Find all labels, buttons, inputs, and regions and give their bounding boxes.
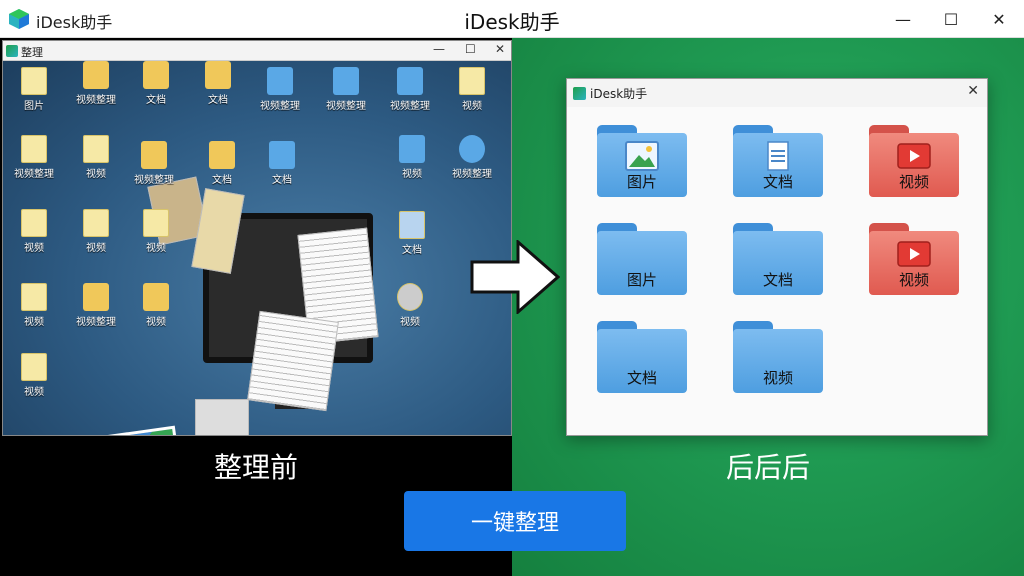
folder-pictures[interactable]: 图片: [597, 125, 687, 197]
desktop-icon[interactable]: 视频: [11, 353, 57, 398]
folder-documents[interactable]: 文档: [597, 321, 687, 393]
desktop-icon[interactable]: 视频: [11, 209, 57, 254]
box-illustration: [195, 399, 249, 435]
image-icon: [625, 141, 659, 171]
file-icon: [459, 67, 485, 95]
desktop-icon[interactable]: 视频: [73, 135, 119, 180]
folder-label: 视频: [762, 369, 793, 387]
folder-icon: [267, 67, 293, 95]
after-caption: 后后后: [725, 451, 810, 484]
folder-icon: [397, 67, 423, 95]
file-icon: [21, 283, 47, 311]
folder-label: 文档: [626, 369, 657, 387]
desktop-icon[interactable]: 视频: [387, 283, 433, 328]
folder-label: 文档: [762, 173, 793, 191]
after-window-title: iDesk助手: [590, 87, 648, 101]
folder-icon: [83, 283, 109, 311]
desktop-icon[interactable]: 图片: [11, 67, 57, 112]
folder-label: 视频: [898, 271, 929, 289]
folder-pictures[interactable]: 图片: [597, 223, 687, 295]
folder-label: 图片: [626, 271, 657, 289]
before-window-titlebar: 整理 — ☐ ✕: [3, 41, 511, 61]
desktop-icon[interactable]: 视频: [133, 209, 179, 254]
folder-documents[interactable]: 文档: [733, 125, 823, 197]
desktop-icon[interactable]: 视频整理: [257, 67, 303, 112]
folder-videos[interactable]: 视频: [869, 125, 959, 197]
globe-icon: [459, 135, 485, 163]
folder-icon: [143, 283, 169, 311]
minimize-button[interactable]: —: [880, 4, 926, 34]
desktop-icon[interactable]: 文档: [199, 141, 245, 186]
folder-icon: [205, 61, 231, 89]
chat-bubble-icon: [397, 283, 423, 311]
folder-icon: [83, 61, 109, 89]
folder-icon: [333, 67, 359, 95]
paper-stack-illustration: [247, 310, 339, 412]
file-icon: [21, 135, 47, 163]
pens-icon: [399, 211, 425, 239]
desktop-icon[interactable]: 视频整理: [11, 135, 57, 180]
after-close-button[interactable]: ✕: [967, 83, 979, 99]
desktop-icon[interactable]: 视频整理: [323, 67, 369, 112]
desktop-icon[interactable]: 视频: [73, 209, 119, 254]
folder-documents[interactable]: 文档: [733, 223, 823, 295]
folder-icon: [269, 141, 295, 169]
one-click-organize-button[interactable]: 一键整理: [404, 491, 626, 551]
folder-videos[interactable]: 视频: [733, 321, 823, 393]
desktop-icon[interactable]: 视频: [11, 283, 57, 328]
file-icon: [83, 135, 109, 163]
folder-icon: [209, 141, 235, 169]
before-desktop-window: 整理 — ☐ ✕ 图片 视频整理 文档 文档 视频整理 视频整理 视频整理 视频…: [2, 40, 512, 436]
after-window: iDesk助手 ✕ 图片 文档 视频 图片 文档 视频 文档 视频: [566, 78, 988, 436]
file-icon: [143, 209, 169, 237]
folder-label: 图片: [626, 173, 657, 191]
folder-icon: [399, 135, 425, 163]
before-close-button[interactable]: ✕: [495, 42, 505, 56]
desktop-icon[interactable]: 文档: [195, 61, 241, 106]
file-icon: [83, 209, 109, 237]
app-logo-icon: [6, 45, 18, 57]
folder-videos[interactable]: 视频: [869, 223, 959, 295]
desktop-icon[interactable]: 视频: [389, 135, 435, 180]
desktop-icon[interactable]: 文档: [389, 211, 435, 256]
desktop-icon[interactable]: 视频整理: [387, 67, 433, 112]
folder-label: 文档: [762, 271, 793, 289]
folder-label: 视频: [898, 173, 929, 191]
maximize-button[interactable]: ☐: [928, 4, 974, 34]
messy-desktop: 图片 视频整理 文档 文档 视频整理 视频整理 视频整理 视频 视频整理 视频 …: [3, 61, 511, 435]
desktop-icon[interactable]: 视频: [449, 67, 495, 112]
window-title: iDesk助手: [464, 10, 560, 34]
before-maximize-button[interactable]: ☐: [465, 42, 476, 56]
before-caption: 整理前: [213, 451, 298, 484]
desktop-icon[interactable]: 文档: [133, 61, 179, 106]
desktop-icon[interactable]: 视频: [133, 283, 179, 328]
title-bar: iDesk助手 iDesk助手 — ☐ ✕: [0, 0, 1024, 38]
file-icon: [21, 67, 47, 95]
chart-pile-illustration: [65, 425, 183, 435]
app-logo-icon: [573, 87, 586, 100]
folder-icon: [141, 141, 167, 169]
video-icon: [897, 143, 931, 169]
close-button[interactable]: ✕: [976, 4, 1022, 34]
desktop-icon[interactable]: 视频整理: [449, 135, 495, 180]
before-minimize-button[interactable]: —: [433, 42, 445, 56]
arrow-right-icon: [470, 240, 560, 314]
desktop-icon[interactable]: 文档: [259, 141, 305, 186]
desktop-icon[interactable]: 视频整理: [131, 141, 177, 186]
folder-icon: [143, 61, 169, 89]
file-icon: [21, 209, 47, 237]
desktop-icon[interactable]: 视频整理: [73, 283, 119, 328]
video-icon: [897, 241, 931, 267]
document-icon: [767, 141, 789, 171]
before-window-title: 整理: [21, 46, 43, 59]
file-icon: [21, 353, 47, 381]
after-window-titlebar: iDesk助手 ✕: [567, 79, 987, 107]
desktop-icon[interactable]: 视频整理: [73, 61, 119, 106]
